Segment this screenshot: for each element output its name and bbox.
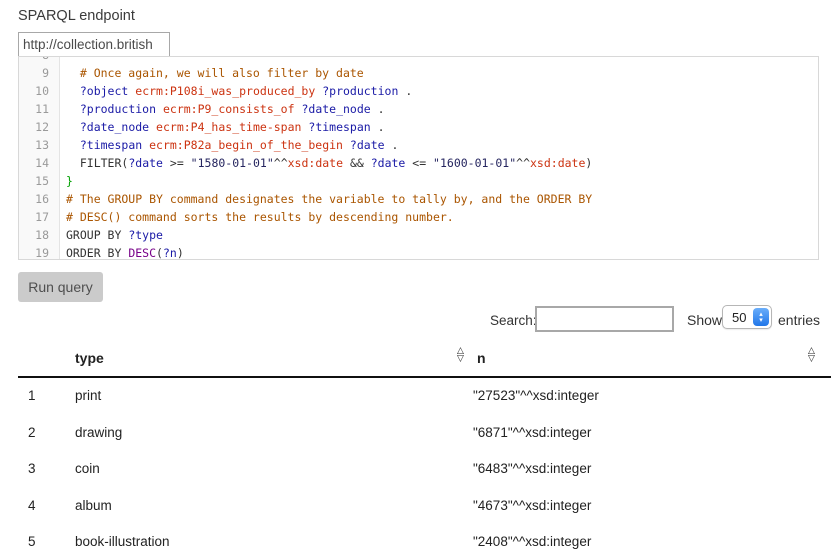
cell-type: print xyxy=(75,378,101,415)
stepper-down-icon: ▾ xyxy=(759,317,763,323)
endpoint-label: SPARQL endpoint xyxy=(18,8,135,24)
code-line: 17# DESC() command sorts the results by … xyxy=(19,208,818,226)
code-line: 19ORDER BY DESC(?n) xyxy=(19,244,818,260)
cell-n: "2408"^^xsd:integer xyxy=(473,524,591,549)
sort-desc-icon: ▽ xyxy=(457,355,464,363)
run-query-button[interactable]: Run query xyxy=(18,272,103,302)
table-row: 1 print "27523"^^xsd:integer xyxy=(18,378,831,415)
code-text: GROUP BY ?type xyxy=(59,226,163,244)
code-text: ?date_node ecrm:P4_has_time-span ?timesp… xyxy=(59,118,385,136)
table-row: 3 coin "6483"^^xsd:integer xyxy=(18,451,831,488)
code-text: ?timespan ecrm:P82a_begin_of_the_begin ?… xyxy=(59,136,398,154)
sort-icon-type[interactable]: △ ▽ xyxy=(457,347,464,363)
line-number: 14 xyxy=(19,154,59,172)
line-number: 12 xyxy=(19,118,59,136)
line-number: 17 xyxy=(19,208,59,226)
cell-n: "27523"^^xsd:integer xyxy=(473,378,599,415)
line-number: 16 xyxy=(19,190,59,208)
sparql-query-page: SPARQL endpoint 89 # Once again, we will… xyxy=(0,0,837,549)
line-number: 15 xyxy=(19,172,59,190)
cell-type: album xyxy=(75,488,112,525)
cell-type: drawing xyxy=(75,415,122,452)
code-text: # DESC() command sorts the results by de… xyxy=(59,208,454,226)
code-text xyxy=(59,56,66,64)
code-text: ORDER BY DESC(?n) xyxy=(59,244,184,260)
code-line: 12 ?date_node ecrm:P4_has_time-span ?tim… xyxy=(19,118,818,136)
table-row: 4 album "4673"^^xsd:integer xyxy=(18,488,831,525)
row-index: 2 xyxy=(28,415,36,452)
sort-desc-icon: ▽ xyxy=(808,355,815,363)
cell-n: "6483"^^xsd:integer xyxy=(473,451,591,488)
code-line: 10 ?object ecrm:P108i_was_produced_by ?p… xyxy=(19,82,818,100)
code-line: 8 xyxy=(19,56,818,64)
results-table-body: 1 print "27523"^^xsd:integer 2 drawing "… xyxy=(18,378,831,549)
line-number: 9 xyxy=(19,64,59,82)
sparql-code-editor[interactable]: 89 # Once again, we will also filter by … xyxy=(18,56,819,260)
code-line: 9 # Once again, we will also filter by d… xyxy=(19,64,818,82)
page-size-select[interactable]: 50 ▴ ▾ xyxy=(722,305,772,329)
code-line: 15} xyxy=(19,172,818,190)
line-number: 10 xyxy=(19,82,59,100)
search-input[interactable] xyxy=(535,306,674,332)
cell-type: coin xyxy=(75,451,100,488)
line-number: 19 xyxy=(19,244,59,260)
table-row: 5 book-illustration "2408"^^xsd:integer xyxy=(18,524,831,549)
page-size-value: 50 xyxy=(732,310,746,325)
cell-type: book-illustration xyxy=(75,524,170,549)
line-number: 11 xyxy=(19,100,59,118)
code-line: 18GROUP BY ?type xyxy=(19,226,818,244)
column-header-type[interactable]: type xyxy=(75,350,104,366)
search-label: Search: xyxy=(490,313,537,328)
cell-n: "4673"^^xsd:integer xyxy=(473,488,591,525)
code-line: 14 FILTER(?date >= "1580-01-01"^^xsd:dat… xyxy=(19,154,818,172)
row-index: 1 xyxy=(28,378,36,415)
row-index: 5 xyxy=(28,524,36,549)
code-line: 13 ?timespan ecrm:P82a_begin_of_the_begi… xyxy=(19,136,818,154)
code-text: FILTER(?date >= "1580-01-01"^^xsd:date &… xyxy=(59,154,592,172)
row-index: 4 xyxy=(28,488,36,525)
code-text: } xyxy=(59,172,73,190)
line-number: 13 xyxy=(19,136,59,154)
code-text: ?production ecrm:P9_consists_of ?date_no… xyxy=(59,100,385,118)
entries-label: entries xyxy=(778,312,820,328)
line-number: 8 xyxy=(19,56,59,64)
row-index: 3 xyxy=(28,451,36,488)
line-number: 18 xyxy=(19,226,59,244)
code-text: ?object ecrm:P108i_was_produced_by ?prod… xyxy=(59,82,412,100)
column-header-n[interactable]: n xyxy=(477,350,486,366)
code-line: 11 ?production ecrm:P9_consists_of ?date… xyxy=(19,100,818,118)
code-line: 16# The GROUP BY command designates the … xyxy=(19,190,818,208)
show-entries-label: Show xyxy=(687,312,722,328)
select-stepper-icon: ▴ ▾ xyxy=(753,308,769,326)
endpoint-url-input[interactable] xyxy=(18,32,170,57)
table-row: 2 drawing "6871"^^xsd:integer xyxy=(18,415,831,452)
cell-n: "6871"^^xsd:integer xyxy=(473,415,591,452)
code-text: # Once again, we will also filter by dat… xyxy=(59,64,364,82)
code-text: # The GROUP BY command designates the va… xyxy=(59,190,592,208)
code-lines: 89 # Once again, we will also filter by … xyxy=(19,56,818,260)
sort-icon-n[interactable]: △ ▽ xyxy=(808,347,815,363)
